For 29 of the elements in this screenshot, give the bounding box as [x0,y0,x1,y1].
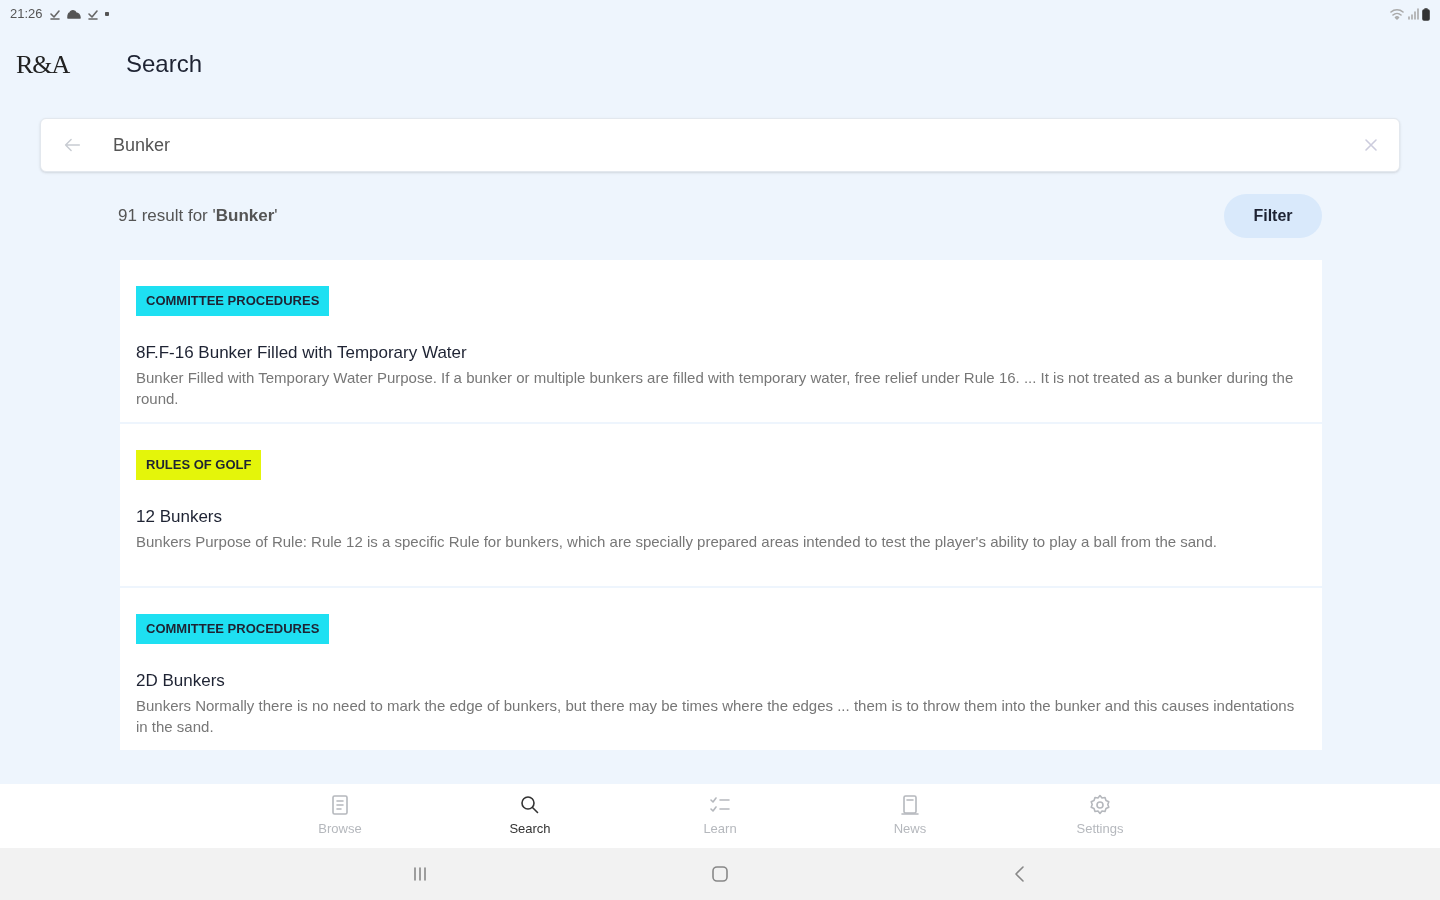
home-icon [710,864,730,884]
close-icon [1363,137,1379,153]
status-time: 21:26 [10,5,43,24]
result-title: 8F.F-16 Bunker Filled with Temporary Water [136,341,467,364]
search-input[interactable]: Bunker [113,131,1363,159]
results-summary: 91 result for 'Bunker' [118,205,278,228]
phone-icon [898,793,922,818]
wifi-icon [1390,8,1404,20]
category-tag: COMMITTEE PROCEDURES [136,614,330,644]
result-card[interactable]: RULES OF GOLF 12 Bunkers Bunkers Purpose of Rule: Rule 12 is a specific Rule for bunkers, which are specially prepared areas intended to test the player's ability to play a ball from the sand. [120,424,1322,586]
page-title: Search [126,49,203,79]
notification-icon [48,8,61,20]
result-title: 2D Bunkers [136,669,225,692]
result-snippet: Bunkers Normally there is no need to mark the edge of bunkers, but there may be times where the edges ... them is to throw them into the bunker and this causes indentations in the sand. [136,696,1296,737]
category-tag: COMMITTEE PROCEDURES [136,286,330,316]
notification-icon [86,8,99,20]
result-snippet: Bunkers Purpose of Rule: Rule 12 is a specific Rule for bunkers, which are specially prepared areas intended to test the player's ability to play a ball from the sand. [136,532,1217,552]
nav-tab[interactable]: Search [494,784,566,848]
result-card[interactable] [120,588,1322,750]
filter-button[interactable]: Filter [1224,194,1322,238]
logo: R&A [16,48,71,81]
signal-icon [1407,8,1419,20]
result-card[interactable] [120,260,1322,422]
search-field[interactable]: Bunker [40,118,1400,172]
cloud-icon [66,8,81,20]
result-snippet: Bunker Filled with Temporary Water Purpose. If a bunker or multiple bunkers are filled with temporary water, free relief under Rule 16. ... It is not treated as a bunker during the round. [136,368,1295,409]
battery-icon [1422,7,1430,21]
result-title: 12 Bunkers [136,505,222,528]
category-tag: RULES OF GOLF [136,450,262,480]
